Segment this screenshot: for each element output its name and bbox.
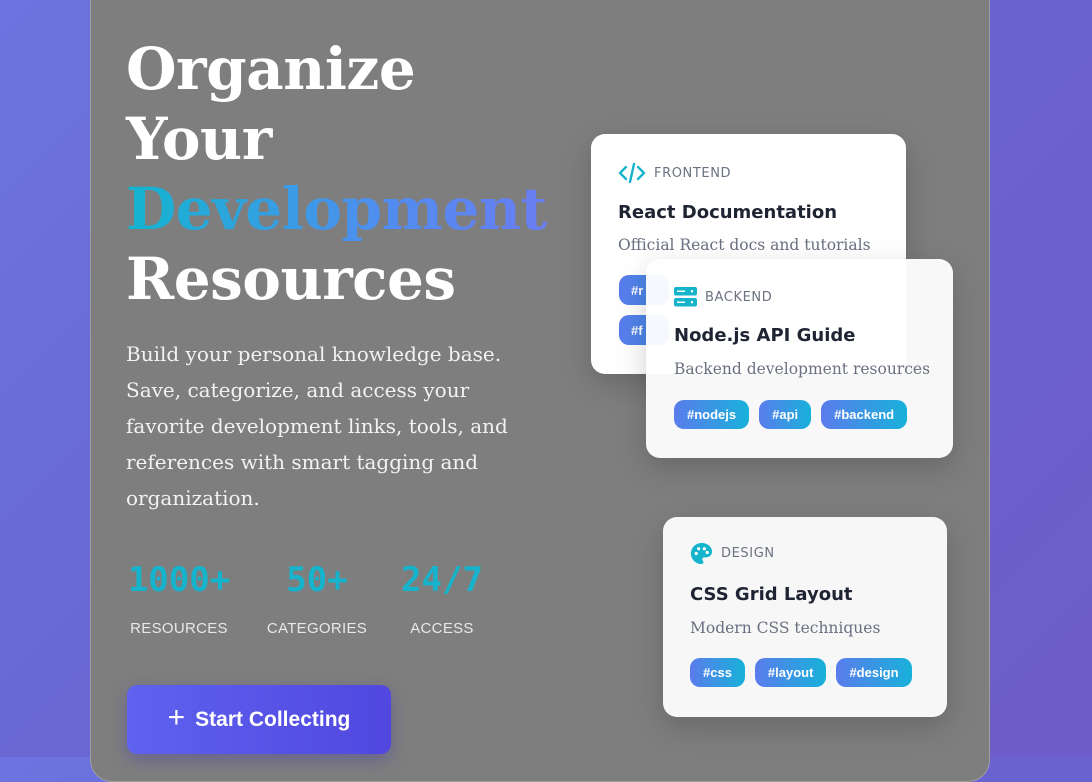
palette-icon bbox=[690, 542, 713, 565]
stat-label: CATEGORIES bbox=[266, 620, 368, 637]
card-title: Node.js API Guide bbox=[674, 325, 856, 346]
card-description: Backend development resources bbox=[674, 360, 931, 378]
hero-description: Build your personal knowledge base. Save… bbox=[126, 342, 508, 510]
tag[interactable]: #design bbox=[836, 658, 912, 687]
stat-value: 1000+ bbox=[127, 560, 231, 600]
plus-icon: + bbox=[167, 701, 186, 734]
tag[interactable]: #css bbox=[690, 658, 745, 687]
hero-title-line-4: Resources bbox=[126, 245, 456, 313]
start-collecting-button[interactable]: + Start Collecting bbox=[127, 685, 391, 754]
stat-label: ACCESS bbox=[410, 620, 474, 637]
tag[interactable]: #layout bbox=[754, 658, 827, 687]
hero-title-line-2: Your bbox=[126, 105, 272, 173]
stat-categories: 50+ CATEGORIES bbox=[265, 560, 369, 637]
stat-value: 50+ bbox=[286, 560, 348, 600]
tag[interactable]: #backend bbox=[821, 400, 908, 429]
card-category-label: BACKEND bbox=[705, 289, 773, 305]
tag-list: #css #layout #design bbox=[690, 658, 912, 687]
card-title: CSS Grid Layout bbox=[690, 584, 853, 605]
stat-label: RESOURCES bbox=[130, 620, 228, 637]
tag[interactable]: #nodejs bbox=[674, 400, 750, 429]
card-description: Official React docs and tutorials bbox=[618, 236, 871, 254]
stat-value: 24/7 bbox=[401, 560, 483, 600]
card-category: FRONTEND bbox=[618, 162, 731, 184]
hero-title-line-1: Organize bbox=[126, 35, 416, 103]
card-description: Modern CSS techniques bbox=[690, 619, 881, 637]
card-category-label: DESIGN bbox=[721, 546, 775, 561]
card-category-label: FRONTEND bbox=[654, 165, 732, 181]
hero-title-accent: Development bbox=[126, 175, 547, 243]
hero-title: Organize Your Development Resources bbox=[126, 34, 547, 314]
resource-card-design[interactable]: DESIGN CSS Grid Layout Modern CSS techni… bbox=[663, 517, 947, 717]
stat-access: 24/7 ACCESS bbox=[399, 560, 485, 637]
card-category: DESIGN bbox=[690, 542, 775, 565]
tag[interactable]: #api bbox=[759, 400, 812, 429]
card-title: React Documentation bbox=[618, 202, 838, 223]
resource-card-backend[interactable]: BACKEND Node.js API Guide Backend develo… bbox=[646, 259, 953, 458]
card-category: BACKEND bbox=[674, 287, 772, 307]
server-icon bbox=[674, 287, 697, 307]
start-collecting-label: Start Collecting bbox=[195, 707, 351, 731]
code-icon bbox=[618, 162, 646, 184]
tag-list: #nodejs #api #backend bbox=[674, 400, 908, 429]
stat-resources: 1000+ RESOURCES bbox=[126, 560, 232, 637]
